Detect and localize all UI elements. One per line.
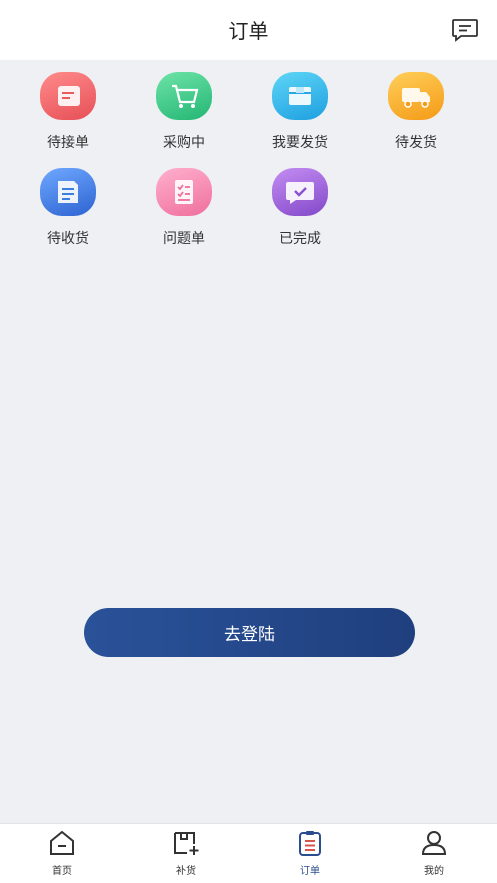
status-label: 待发货 (395, 135, 437, 151)
page-title: 订单 (228, 19, 269, 43)
tab-profile[interactable]: 我的 (394, 830, 474, 877)
status-label: 问题单 (163, 231, 205, 247)
status-item-awaiting-shipment[interactable]: 待发货 (371, 72, 461, 152)
tab-home[interactable]: 首页 (22, 830, 102, 877)
status-item-ship-now[interactable]: 我要发货 (255, 72, 345, 152)
message-icon[interactable] (451, 18, 479, 42)
status-label: 我要发货 (272, 135, 328, 151)
status-item-pending-accept[interactable]: 待接单 (23, 72, 113, 152)
status-label: 已完成 (279, 231, 321, 247)
tab-label: 补货 (176, 866, 196, 877)
tab-orders[interactable]: 订单 (270, 830, 350, 877)
order-receipt-icon (40, 72, 96, 120)
problem-checklist-icon (156, 168, 212, 216)
box-icon (272, 72, 328, 120)
status-label: 待收货 (47, 231, 89, 247)
tab-restock[interactable]: 补货 (146, 830, 226, 877)
status-item-problem-orders[interactable]: 问题单 (139, 168, 229, 248)
tab-label: 订单 (300, 866, 320, 877)
status-label: 待接单 (47, 135, 89, 151)
status-item-completed[interactable]: 已完成 (255, 168, 345, 248)
login-button[interactable]: 去登陆 (84, 608, 415, 657)
restock-icon (174, 832, 199, 855)
status-label: 采购中 (163, 135, 205, 151)
truck-icon (388, 72, 444, 120)
chat-check-icon (272, 168, 328, 216)
top-bar: 订单 (0, 0, 497, 60)
receive-document-icon (40, 168, 96, 216)
home-icon (50, 830, 74, 855)
tab-label: 首页 (52, 866, 72, 877)
status-item-purchasing[interactable]: 采购中 (139, 72, 229, 152)
order-list-icon (299, 831, 321, 856)
status-item-awaiting-receipt[interactable]: 待收货 (23, 168, 113, 248)
shopping-cart-icon (156, 72, 212, 120)
tab-label: 我的 (424, 866, 444, 877)
bottom-tab-bar: 首页 补货 订单 我的 (0, 823, 497, 883)
profile-icon (421, 831, 447, 855)
